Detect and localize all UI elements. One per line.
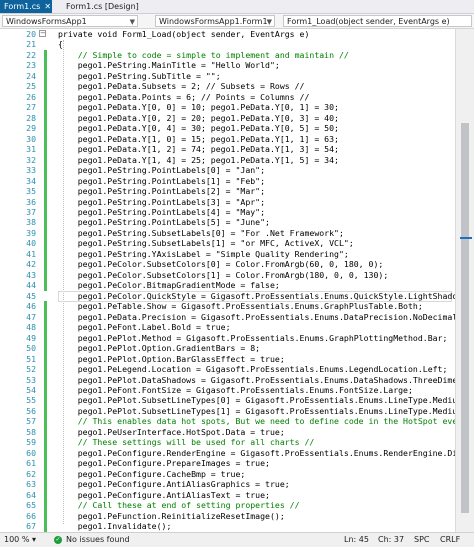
- caret-position-marker: [460, 237, 472, 239]
- chevron-down-icon: ▾: [32, 535, 36, 544]
- class-name: WindowsFormsApp1.Form1: [159, 17, 268, 26]
- change-indicator: [44, 280, 47, 290]
- change-indicator: [44, 301, 47, 311]
- change-indicator: [44, 238, 47, 248]
- change-indicator: [44, 165, 47, 175]
- change-indicator: [44, 364, 47, 374]
- navigation-bar: WindowsFormsApp1 ▼ WindowsFormsApp1.Form1…: [0, 14, 474, 29]
- zoom-level[interactable]: 100 % ▾: [4, 533, 36, 547]
- whitespace-mode[interactable]: SPC: [414, 533, 430, 547]
- project-dropdown[interactable]: WindowsFormsApp1 ▼: [2, 15, 138, 27]
- change-indicator: [44, 50, 47, 60]
- change-indicator: [44, 437, 47, 447]
- close-icon[interactable]: ✕: [44, 2, 51, 11]
- change-indicator: [44, 343, 47, 353]
- change-indicator: [44, 490, 47, 500]
- change-indicator: [44, 406, 47, 416]
- change-indicator: [44, 81, 47, 91]
- column-indicator[interactable]: Ch: 37: [378, 533, 404, 547]
- class-dropdown[interactable]: WindowsFormsApp1.Form1▼: [155, 15, 275, 27]
- line-number: 67: [0, 521, 36, 532]
- change-indicator: [44, 479, 47, 489]
- project-name: WindowsFormsApp1: [6, 17, 87, 26]
- change-indicator: [44, 333, 47, 343]
- change-indicator: [44, 416, 47, 426]
- change-indicator: [44, 385, 47, 395]
- vertical-scrollbar[interactable]: [455, 29, 474, 532]
- change-indicator: [44, 197, 47, 207]
- change-indicator: [44, 71, 47, 81]
- change-indicator: [44, 469, 47, 479]
- change-indicator: [44, 259, 47, 269]
- change-indicator: [44, 155, 47, 165]
- tab-form1-design[interactable]: Form1.cs [Design]: [62, 0, 152, 13]
- change-indicator: [44, 500, 47, 510]
- tab-label: Form1.cs [Design]: [66, 2, 139, 11]
- change-indicator: [44, 270, 47, 280]
- member-name: Form1_Load(object sender, EventArgs e): [287, 17, 450, 26]
- change-indicator: [44, 228, 47, 238]
- change-indicator: [44, 186, 47, 196]
- change-indicator: [44, 60, 47, 70]
- zoom-value: 100 %: [4, 535, 29, 544]
- change-indicator: [44, 92, 47, 102]
- tab-form1-cs[interactable]: Form1.cs ✕: [0, 0, 52, 13]
- line-indicator[interactable]: Ln: 45: [344, 533, 369, 547]
- code-line[interactable]: 67 pego1.Invalidate();: [0, 521, 474, 532]
- chevron-down-icon: ▼: [130, 16, 135, 27]
- change-indicator: [44, 176, 47, 186]
- change-indicator: [44, 312, 47, 322]
- change-indicator: [44, 249, 47, 259]
- change-indicator: [44, 511, 47, 521]
- document-tab-bar: Form1.cs ✕ Form1.cs [Design]: [0, 0, 474, 14]
- check-icon: ✓: [54, 536, 62, 544]
- change-indicator: [44, 427, 47, 437]
- code-editor[interactable]: 20−private void Form1_Load(object sender…: [0, 29, 474, 532]
- change-indicator: [44, 395, 47, 405]
- change-indicator: [44, 134, 47, 144]
- tab-label: Form1.cs: [4, 2, 40, 11]
- change-indicator: [44, 207, 47, 217]
- change-indicator: [44, 521, 47, 531]
- change-indicator: [44, 144, 47, 154]
- collapse-icon[interactable]: −: [39, 30, 46, 37]
- status-bar: 100 % ▾ ✓ No issues found Ln: 45 Ch: 37 …: [0, 532, 474, 547]
- change-indicator: [44, 322, 47, 332]
- change-indicator: [44, 354, 47, 364]
- change-indicator: [44, 458, 47, 468]
- chevron-down-icon: ▼: [267, 16, 272, 27]
- issues-status[interactable]: No issues found: [66, 533, 130, 547]
- line-ending[interactable]: CRLF: [440, 533, 460, 547]
- scrollbar-thumb[interactable]: [461, 123, 469, 513]
- change-indicator: [44, 375, 47, 385]
- change-indicator: [44, 123, 47, 133]
- change-indicator: [44, 217, 47, 227]
- change-indicator: [44, 102, 47, 112]
- member-dropdown[interactable]: Form1_Load(object sender, EventArgs e): [283, 15, 472, 27]
- code-text: pego1.Invalidate();: [58, 521, 171, 532]
- change-indicator: [44, 448, 47, 458]
- change-indicator: [44, 113, 47, 123]
